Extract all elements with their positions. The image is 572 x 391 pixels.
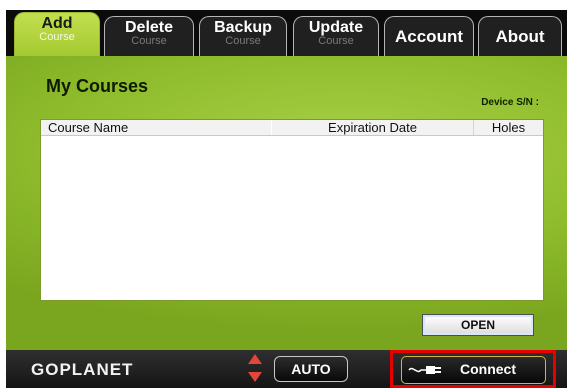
tab-backup-course[interactable]: Backup Course [199, 16, 287, 56]
content-panel: My Courses Device S/N : Course Name Expi… [6, 56, 567, 350]
auto-button[interactable]: AUTO [274, 356, 348, 382]
list-header: Course Name Expiration Date Holes [41, 120, 543, 136]
tab-about[interactable]: About [478, 16, 562, 56]
page-title: My Courses [46, 76, 149, 96]
column-header-expiration-date[interactable]: Expiration Date [271, 120, 473, 135]
tab-sublabel: Course [131, 35, 167, 47]
connect-label: Connect [460, 361, 516, 377]
tab-update-course[interactable]: Update Course [293, 16, 379, 56]
app-window: Add Course Delete Course Backup Course U… [0, 0, 572, 391]
column-header-course-name[interactable]: Course Name [41, 120, 271, 135]
up-down-arrows[interactable] [248, 354, 262, 384]
tab-label: Backup [214, 19, 272, 36]
tab-label: Account [395, 27, 463, 46]
tab-label: About [495, 27, 545, 46]
arrow-up-icon[interactable] [248, 354, 262, 364]
brand-logo: GOPLANET [31, 360, 134, 379]
tab-sublabel: Course [39, 31, 75, 43]
connect-button[interactable]: Connect [401, 356, 546, 384]
device-serial-label: Device S/N : [481, 97, 539, 108]
column-header-holes[interactable]: Holes [473, 120, 543, 135]
tab-sublabel: Course [225, 35, 261, 47]
arrow-down-icon[interactable] [248, 372, 262, 382]
tab-delete-course[interactable]: Delete Course [104, 16, 194, 56]
tab-sublabel: Course [318, 35, 354, 47]
tab-label: Delete [124, 19, 174, 36]
bottom-bar: GOPLANET AUTO Connect [6, 350, 567, 388]
tab-label: Add [41, 15, 73, 32]
tab-account[interactable]: Account [384, 16, 474, 56]
tab-label: Update [308, 19, 364, 36]
open-button[interactable]: OPEN [422, 314, 534, 336]
plug-icon [408, 366, 441, 374]
tab-bar: Add Course Delete Course Backup Course U… [6, 10, 567, 56]
connect-highlight: Connect [390, 350, 556, 388]
tab-add-course[interactable]: Add Course [14, 12, 100, 56]
course-list[interactable]: Course Name Expiration Date Holes [40, 119, 544, 301]
